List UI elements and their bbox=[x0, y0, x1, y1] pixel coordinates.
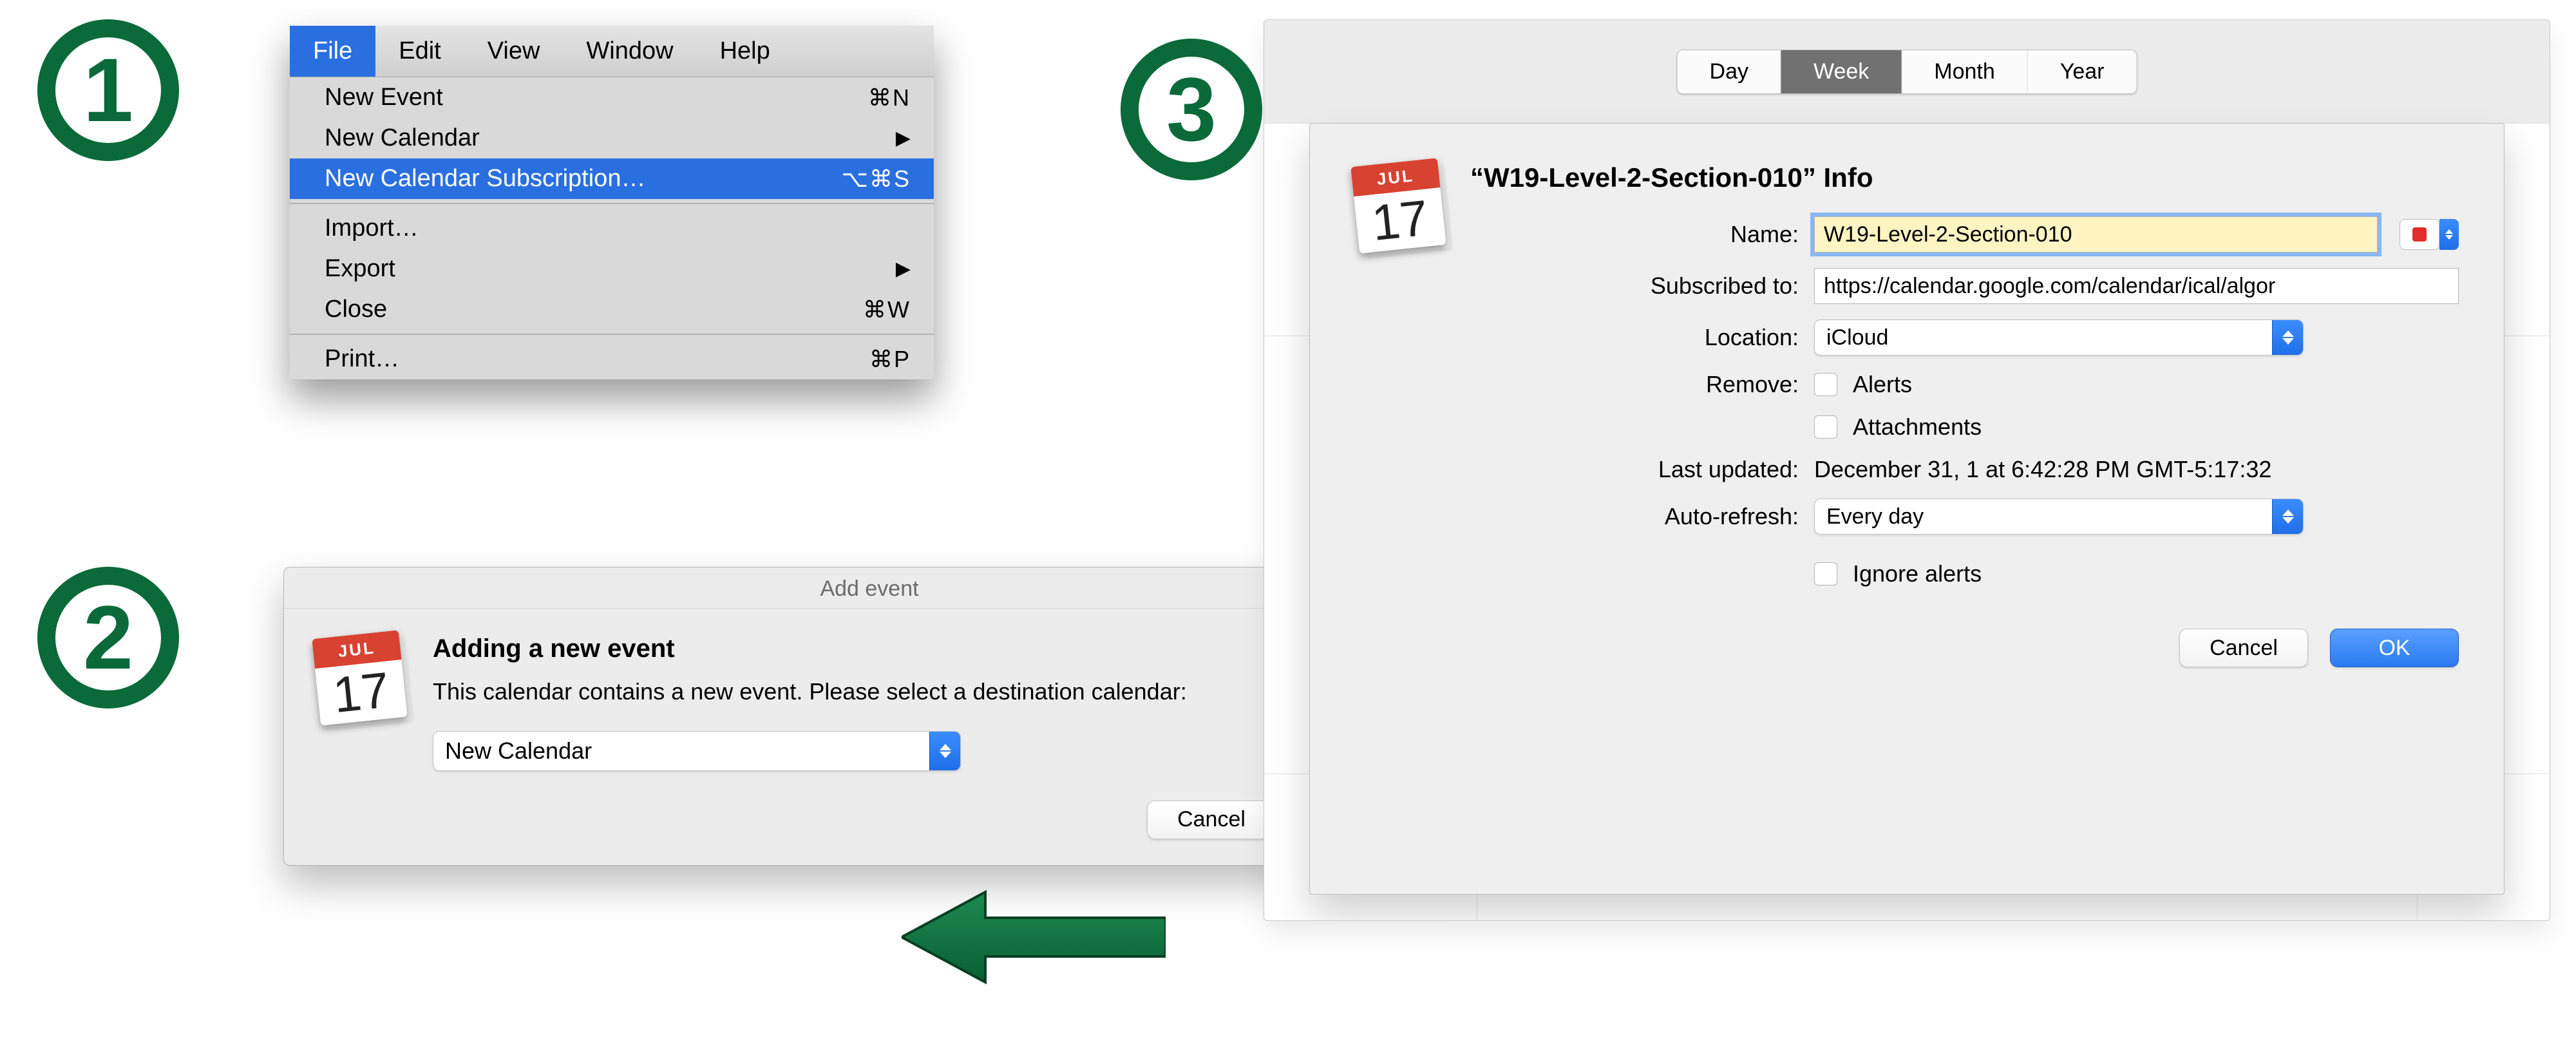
menubar: File Edit View Window Help bbox=[290, 26, 934, 77]
select-stepper-icon bbox=[2272, 320, 2303, 355]
ok-button[interactable]: OK bbox=[2330, 629, 2459, 667]
menu-shortcut: ⌥⌘S bbox=[842, 166, 911, 193]
menubar-view[interactable]: View bbox=[464, 26, 564, 77]
location-label: Location: bbox=[1470, 324, 1799, 351]
menu-label: Close bbox=[325, 296, 387, 323]
instruction-arrow-icon bbox=[902, 889, 1166, 985]
select-value: New Calendar bbox=[433, 732, 929, 770]
menu-shortcut: ⌘W bbox=[863, 296, 911, 323]
auto-refresh-label: Auto-refresh: bbox=[1470, 503, 1799, 530]
ignore-alerts-label: Ignore alerts bbox=[1853, 560, 1982, 587]
select-stepper-icon bbox=[2272, 499, 2303, 534]
select-value: Every day bbox=[1815, 499, 2272, 534]
last-updated-label: Last updated: bbox=[1470, 456, 1799, 483]
name-label: Name: bbox=[1470, 221, 1799, 248]
menu-label: Export bbox=[325, 255, 395, 283]
name-input[interactable] bbox=[1814, 216, 2378, 252]
menu-print[interactable]: Print… ⌘P bbox=[290, 339, 934, 379]
menubar-file[interactable]: File bbox=[290, 26, 375, 77]
cal-icon-day: 17 bbox=[315, 660, 408, 726]
remove-label: Remove: bbox=[1470, 371, 1799, 398]
remove-alerts-label: Alerts bbox=[1853, 371, 1912, 398]
ignore-alerts-checkbox[interactable] bbox=[1814, 562, 1837, 585]
menu-separator bbox=[290, 334, 934, 335]
cancel-button[interactable]: Cancel bbox=[1147, 801, 1276, 839]
step-badge-2: 2 bbox=[37, 567, 179, 708]
menubar-window[interactable]: Window bbox=[563, 26, 696, 77]
menu-label: New Calendar Subscription… bbox=[325, 165, 645, 193]
submenu-arrow-icon: ▶ bbox=[896, 258, 911, 280]
calendar-icon: JUL 17 bbox=[1350, 158, 1446, 253]
menu-label: Import… bbox=[325, 214, 419, 242]
view-segmented-control: Day Week Month Year bbox=[1677, 50, 2137, 94]
select-value: iCloud bbox=[1815, 320, 2272, 355]
cal-icon-day: 17 bbox=[1354, 187, 1446, 254]
remove-attachments-checkbox[interactable] bbox=[1814, 415, 1837, 439]
remove-attachments-label: Attachments bbox=[1853, 413, 1982, 441]
seg-month[interactable]: Month bbox=[1902, 50, 2028, 93]
step-number: 2 bbox=[83, 593, 133, 683]
subscription-info-sheet: JUL 17 “W19-Level-2-Section-010” Info Na… bbox=[1309, 123, 2505, 895]
seg-week[interactable]: Week bbox=[1781, 50, 1902, 93]
step-number: 3 bbox=[1166, 64, 1217, 155]
cancel-button[interactable]: Cancel bbox=[2179, 629, 2308, 667]
menu-label: New Event bbox=[325, 84, 443, 111]
file-menu: File Edit View Window Help New Event ⌘N … bbox=[290, 26, 934, 379]
location-select[interactable]: iCloud bbox=[1814, 319, 2304, 356]
menu-import[interactable]: Import… bbox=[290, 208, 934, 249]
last-updated-value: December 31, 1 at 6:42:28 PM GMT-5:17:32 bbox=[1814, 456, 2271, 483]
menu-label: New Calendar bbox=[325, 124, 480, 152]
menu-shortcut: ⌘P bbox=[869, 346, 911, 373]
subscribed-label: Subscribed to: bbox=[1470, 272, 1799, 299]
menu-new-event[interactable]: New Event ⌘N bbox=[290, 77, 934, 118]
menu-new-subscription[interactable]: New Calendar Subscription… ⌥⌘S bbox=[290, 158, 934, 199]
subscribed-url-input[interactable] bbox=[1814, 268, 2459, 304]
calendar-icon: JUL 17 bbox=[312, 630, 407, 725]
step-number: 1 bbox=[83, 45, 133, 135]
menu-shortcut: ⌘N bbox=[868, 84, 911, 111]
select-stepper-icon bbox=[929, 732, 960, 770]
menubar-help[interactable]: Help bbox=[697, 26, 793, 77]
menubar-edit[interactable]: Edit bbox=[375, 26, 464, 77]
calendar-color-swatch[interactable] bbox=[2400, 219, 2439, 250]
step-badge-3: 3 bbox=[1121, 39, 1262, 180]
step-badge-1: 1 bbox=[37, 19, 179, 161]
seg-day[interactable]: Day bbox=[1678, 50, 1781, 93]
menu-separator bbox=[290, 203, 934, 204]
menu-close[interactable]: Close ⌘W bbox=[290, 289, 934, 330]
seg-year[interactable]: Year bbox=[2028, 50, 2137, 93]
menu-new-calendar[interactable]: New Calendar ▶ bbox=[290, 118, 934, 158]
remove-alerts-checkbox[interactable] bbox=[1814, 373, 1837, 396]
menu-label: Print… bbox=[325, 345, 399, 373]
calendar-window: Day Week Month Year JUL 17 “W19-Level-2-… bbox=[1264, 19, 2550, 921]
submenu-arrow-icon: ▶ bbox=[896, 127, 911, 149]
color-stepper-icon[interactable] bbox=[2439, 219, 2459, 250]
auto-refresh-select[interactable]: Every day bbox=[1814, 499, 2304, 535]
sheet-title: “W19-Level-2-Section-010” Info bbox=[1470, 162, 2459, 193]
menu-export[interactable]: Export ▶ bbox=[290, 249, 934, 289]
destination-calendar-select[interactable]: New Calendar bbox=[433, 731, 961, 771]
